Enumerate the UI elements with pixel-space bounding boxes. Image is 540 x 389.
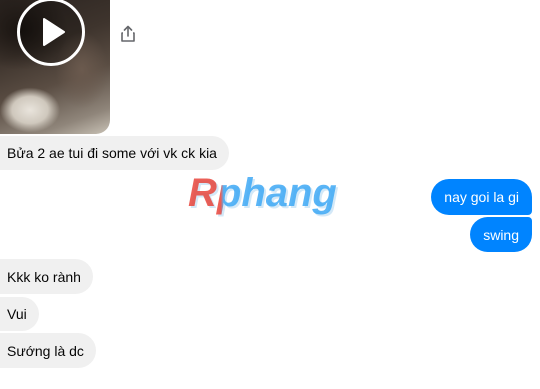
outgoing-message[interactable]: nay goi la gi bbox=[431, 179, 532, 215]
incoming-message[interactable]: Bửa 2 ae tui đi some với vk ck kia bbox=[0, 136, 229, 170]
svg-text:Rphang: Rphang bbox=[190, 173, 339, 217]
message-text: Vui bbox=[7, 306, 27, 322]
incoming-message[interactable]: Kkk ko rành bbox=[0, 259, 93, 294]
share-icon[interactable] bbox=[120, 25, 136, 43]
message-text: Sướng là dc bbox=[7, 343, 84, 359]
message-text: swing bbox=[483, 227, 519, 243]
watermark-logo: Rphang Rphang bbox=[188, 172, 339, 217]
incoming-message[interactable]: Sướng là dc bbox=[0, 333, 96, 368]
message-text: Bửa 2 ae tui đi some với vk ck kia bbox=[7, 145, 217, 161]
video-thumbnail[interactable] bbox=[0, 0, 110, 134]
message-text: Kkk ko rành bbox=[7, 269, 81, 285]
incoming-message[interactable]: Vui bbox=[0, 297, 39, 331]
svg-text:Rphang: Rphang bbox=[188, 172, 337, 215]
play-button[interactable] bbox=[17, 0, 85, 66]
outgoing-message[interactable]: swing bbox=[470, 217, 532, 252]
play-icon bbox=[43, 18, 65, 46]
message-text: nay goi la gi bbox=[444, 189, 519, 205]
